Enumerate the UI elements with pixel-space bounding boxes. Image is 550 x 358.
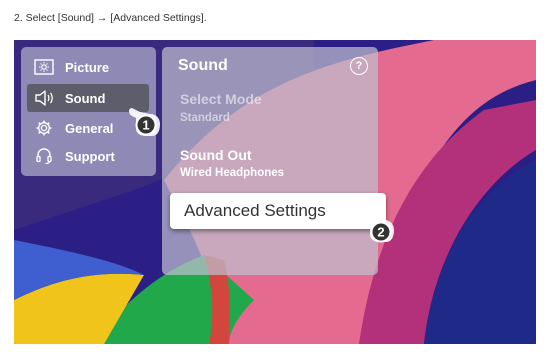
tv-screen: Picture Sound General Support Sound ? Se… [14, 40, 536, 344]
sound-out-label[interactable]: Sound Out [180, 147, 252, 163]
gear-icon [33, 117, 55, 139]
side-item-label: General [65, 120, 114, 136]
help-icon[interactable]: ? [350, 57, 368, 75]
callout-2: 2 [363, 214, 394, 243]
side-item-support[interactable]: Support [27, 142, 149, 170]
picture-icon [33, 56, 55, 78]
instruction-text: 2. Select [Sound] → [Advanced Settings]. [14, 12, 207, 24]
select-mode-value: Standard [180, 112, 230, 124]
panel-title: Sound [178, 57, 228, 74]
callout-1: 1 [129, 108, 160, 136]
sound-panel: Sound ? Select Mode Standard Sound Out W… [162, 47, 378, 275]
side-item-picture[interactable]: Picture [27, 53, 149, 81]
advanced-settings-label: Advanced Settings [184, 201, 326, 220]
side-item-label: Sound [65, 90, 106, 106]
select-mode-label: Select Mode [180, 91, 262, 107]
side-item-label: Picture [65, 59, 110, 75]
advanced-settings-button[interactable]: Advanced Settings [170, 193, 386, 229]
headset-icon [33, 145, 55, 167]
sound-out-value: Wired Headphones [180, 167, 285, 179]
callout-2-number: 2 [377, 225, 384, 240]
side-item-label: Support [65, 148, 115, 164]
speaker-icon [33, 87, 55, 109]
callout-1-number: 1 [142, 118, 149, 133]
